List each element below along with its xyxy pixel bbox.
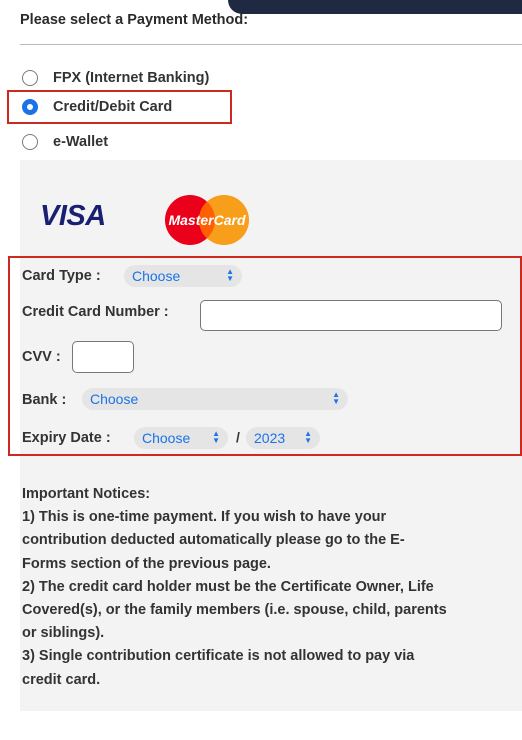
radio-fpx[interactable] [22, 70, 38, 86]
payment-option-ewallet[interactable]: e-Wallet [22, 130, 108, 154]
radio-ewallet[interactable] [22, 134, 38, 150]
page-title: Please select a Payment Method: [20, 12, 249, 28]
notice-line: Covered(s), or the family members (i.e. … [22, 602, 447, 619]
notice-line: 1) This is one-time payment. If you wish… [22, 509, 387, 526]
visa-logo: VISA [40, 200, 106, 232]
highlight-box-card-form [8, 256, 522, 456]
divider [20, 44, 522, 45]
payment-option-fpx[interactable]: FPX (Internet Banking) [22, 66, 209, 90]
highlight-box-payment-option [7, 90, 232, 124]
payment-option-label: e-Wallet [53, 134, 109, 150]
notice-line: 3) Single contribution certificate is no… [22, 648, 415, 665]
mastercard-wordmark: MasterCard [168, 212, 245, 228]
header-tab-decoration [228, 0, 522, 14]
notice-line: or siblings). [22, 625, 105, 642]
notice-line: credit card. [22, 671, 101, 688]
payment-option-label: FPX (Internet Banking) [53, 70, 210, 86]
notice-line: 2) The credit card holder must be the Ce… [22, 578, 434, 595]
important-notices: Important Notices: 1) This is one-time p… [22, 483, 517, 692]
mastercard-logo: MasterCard [165, 195, 249, 245]
notices-heading: Important Notices: [22, 486, 151, 502]
notice-line: Forms section of the previous page. [22, 555, 271, 572]
notice-line: contribution deducted automatically plea… [22, 532, 405, 549]
